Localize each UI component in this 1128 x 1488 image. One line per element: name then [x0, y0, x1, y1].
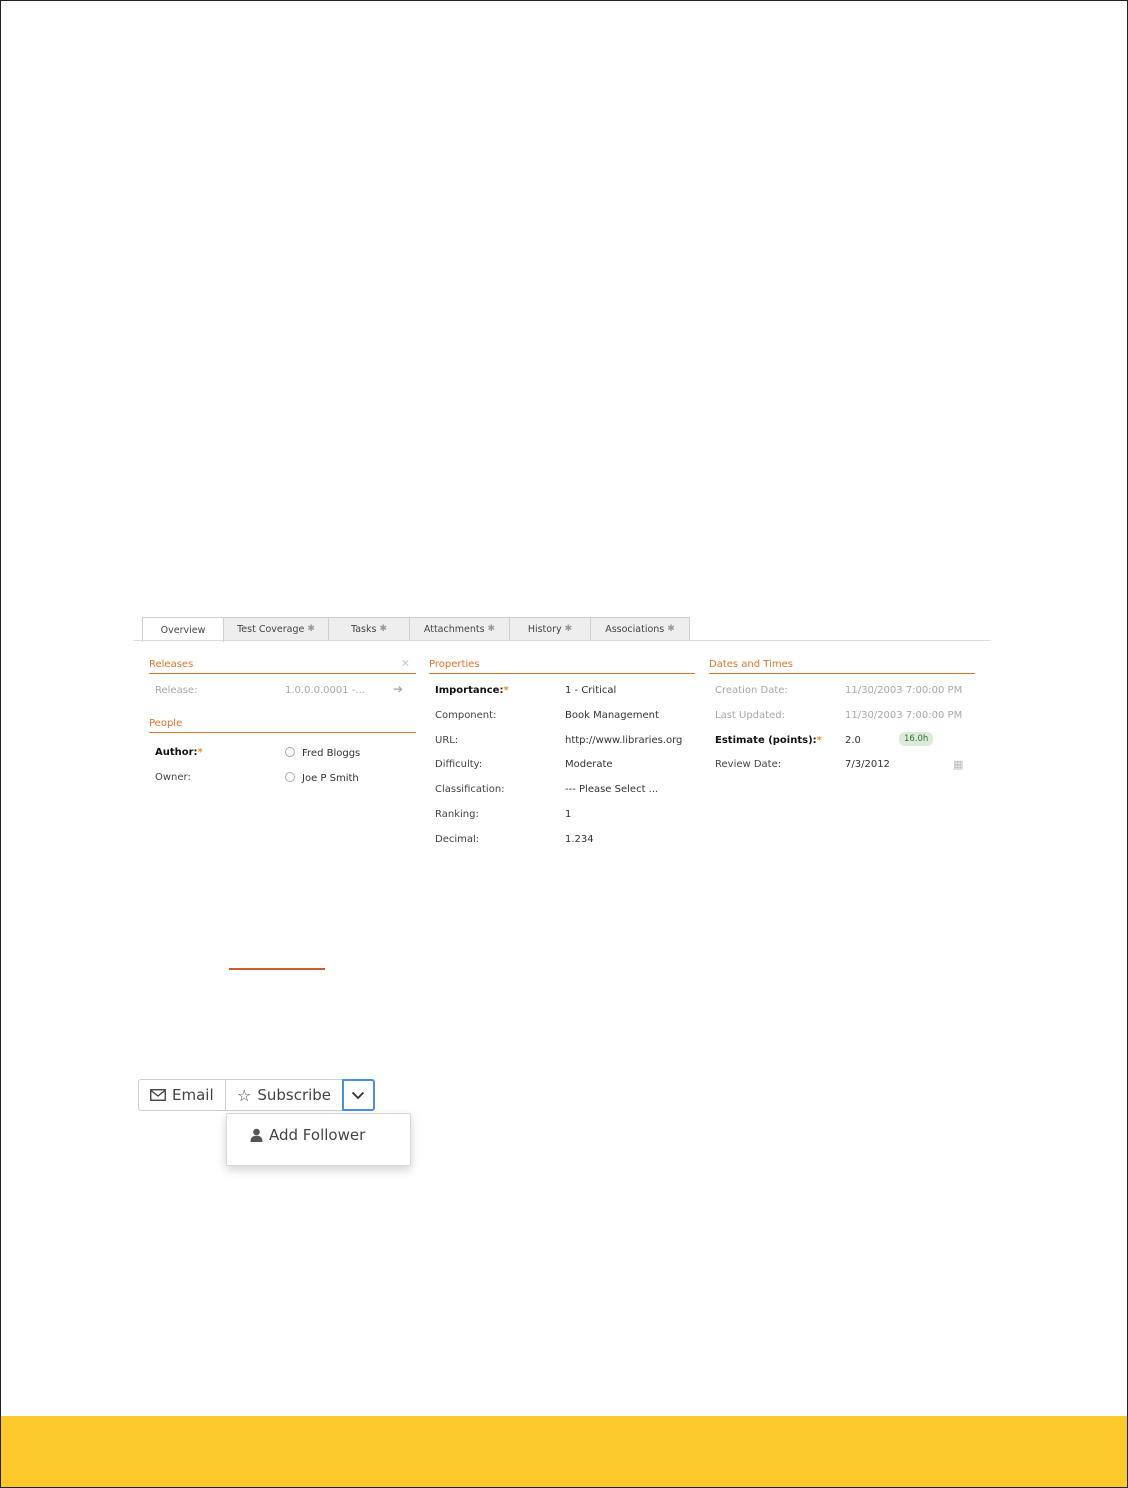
estimate-hours-badge: 16.0h — [899, 732, 934, 746]
tab-label: Tasks — [351, 623, 377, 635]
last-updated-value: 11/30/2003 7:00:00 PM — [845, 710, 963, 721]
subscribe-button[interactable]: ☆ Subscribe — [225, 1079, 343, 1111]
gear-icon: ✱ — [379, 624, 387, 634]
footer-bar — [1, 1416, 1127, 1487]
required-marker: * — [503, 685, 509, 696]
tab-tasks[interactable]: Tasks ✱ — [328, 617, 410, 640]
email-button[interactable]: Email — [138, 1079, 226, 1111]
component-label: Component: — [435, 710, 497, 721]
last-updated-label: Last Updated: — [715, 710, 785, 721]
email-label: Email — [172, 1086, 214, 1104]
url-label: URL: — [435, 735, 459, 746]
estimate-label-text: Estimate (points): — [715, 735, 817, 746]
gear-icon: ✱ — [564, 624, 573, 634]
decimal-label: Decimal: — [435, 834, 480, 845]
page-frame — [0, 0, 1128, 1488]
arrow-right-icon[interactable]: ➔ — [393, 682, 403, 696]
author-label-text: Author: — [155, 747, 198, 758]
dates-section-title: Dates and Times — [709, 659, 975, 674]
review-date-label: Review Date: — [715, 759, 782, 770]
section-title-text: People — [149, 718, 183, 729]
tab-divider — [133, 640, 990, 641]
importance-value[interactable]: 1 - Critical — [565, 685, 616, 696]
gear-icon: ✱ — [487, 624, 496, 634]
add-follower-menu-item[interactable]: Add Follower — [250, 1126, 365, 1144]
gear-icon: ✱ — [667, 624, 675, 634]
envelope-icon — [150, 1089, 166, 1101]
release-value[interactable]: 1.0.0.0.0001 -... — [285, 685, 365, 696]
importance-label-text: Importance: — [435, 685, 504, 696]
tab-overview[interactable]: Overview — [142, 617, 224, 642]
author-value[interactable]: Fred Bloggs — [285, 747, 360, 759]
tab-label: Test Coverage — [237, 623, 305, 635]
releases-section-title: Releases ✕ — [149, 657, 416, 674]
tab-label: Overview — [160, 624, 206, 636]
decimal-value[interactable]: 1.234 — [565, 834, 594, 845]
ranking-label: Ranking: — [435, 809, 479, 820]
radio-icon — [285, 772, 295, 782]
creation-date-label: Creation Date: — [715, 685, 788, 696]
estimate-value[interactable]: 2.0 — [845, 735, 861, 746]
section-title-text: Releases — [149, 659, 194, 670]
star-icon: ☆ — [237, 1085, 252, 1105]
release-label: Release: — [155, 685, 198, 696]
estimate-label: Estimate (points):* — [715, 735, 822, 746]
tab-test-coverage[interactable]: Test Coverage ✱ — [223, 617, 329, 640]
follow-button-group: Email ☆ Subscribe — [138, 1079, 375, 1111]
required-marker: * — [197, 747, 203, 758]
section-title-text: Properties — [429, 659, 480, 670]
classification-value[interactable]: --- Please Select ... — [565, 784, 658, 795]
owner-label: Owner: — [155, 772, 191, 783]
calendar-icon[interactable]: ▦ — [953, 758, 963, 771]
required-marker: * — [816, 735, 822, 746]
properties-section-title: Properties — [429, 659, 695, 674]
subscribe-label: Subscribe — [257, 1086, 332, 1104]
follow-dropdown-menu: Add Follower — [226, 1113, 411, 1166]
people-section-title: People — [149, 718, 416, 733]
close-icon[interactable]: ✕ — [401, 657, 410, 670]
radio-icon — [285, 747, 295, 757]
difficulty-label: Difficulty: — [435, 759, 483, 770]
component-value[interactable]: Book Management — [565, 710, 659, 721]
add-follower-label: Add Follower — [269, 1126, 366, 1144]
chevron-down-icon — [351, 1091, 365, 1099]
tab-history[interactable]: History ✱ — [509, 617, 591, 640]
url-value[interactable]: http://www.libraries.org — [565, 735, 682, 746]
user-icon — [250, 1128, 263, 1142]
tab-attachments[interactable]: Attachments ✱ — [409, 617, 510, 640]
tab-label: History — [527, 623, 562, 635]
gear-icon: ✱ — [307, 624, 315, 634]
link-underline — [229, 968, 325, 970]
difficulty-value[interactable]: Moderate — [565, 759, 613, 770]
author-label: Author:* — [155, 747, 203, 758]
tab-associations[interactable]: Associations ✱ — [590, 617, 690, 640]
section-title-text: Dates and Times — [709, 659, 793, 670]
classification-label: Classification: — [435, 784, 505, 795]
tab-bar: Overview Test Coverage ✱ Tasks ✱ Attachm… — [142, 617, 690, 642]
ranking-value[interactable]: 1 — [565, 809, 571, 820]
owner-value[interactable]: Joe P Smith — [285, 772, 359, 784]
tab-label: Associations — [605, 623, 665, 635]
tab-label: Attachments — [423, 623, 485, 635]
importance-label: Importance:* — [435, 685, 509, 696]
review-date-value[interactable]: 7/3/2012 — [845, 759, 890, 770]
creation-date-value: 11/30/2003 7:00:00 PM — [845, 685, 963, 696]
owner-name: Joe P Smith — [302, 773, 359, 784]
dropdown-toggle-button[interactable] — [342, 1079, 375, 1111]
author-name: Fred Bloggs — [302, 748, 361, 759]
